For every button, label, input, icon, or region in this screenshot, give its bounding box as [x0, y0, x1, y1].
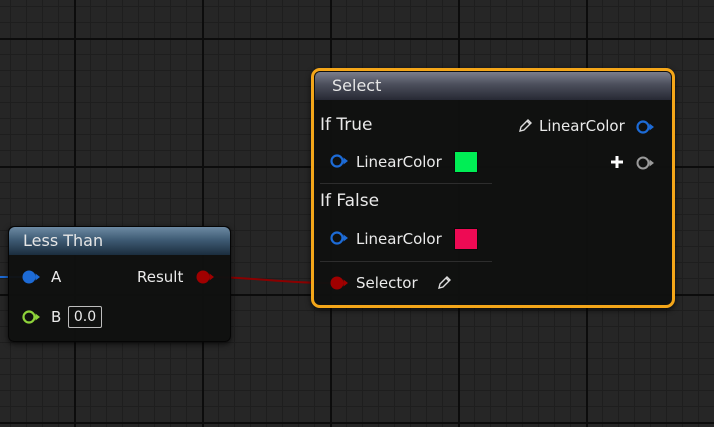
- input-b-pin-icon[interactable]: [21, 309, 43, 325]
- output-pin-icon[interactable]: [635, 119, 657, 135]
- if-false-label: If False: [320, 191, 380, 211]
- true-color-swatch[interactable]: [454, 151, 478, 173]
- input-b-value-field[interactable]: 0.0: [68, 306, 102, 328]
- false-pin-icon[interactable]: [329, 230, 351, 246]
- false-color-swatch[interactable]: [454, 228, 478, 250]
- less-than-node[interactable]: Less Than A Result B 0.0: [8, 226, 231, 342]
- result-label: Result: [137, 268, 184, 286]
- selector-pencil-icon[interactable]: [436, 275, 452, 291]
- input-a-pin-icon[interactable]: [21, 269, 43, 285]
- output-pencil-icon[interactable]: [517, 118, 533, 134]
- result-pin-icon[interactable]: [194, 269, 218, 285]
- selector-pin-icon[interactable]: [329, 275, 351, 291]
- input-a-label: A: [51, 268, 62, 286]
- true-pin-icon[interactable]: [329, 153, 351, 169]
- if-true-label: If True: [320, 115, 373, 135]
- false-pin-label: LinearColor: [356, 230, 442, 248]
- select-title: Select: [315, 72, 671, 100]
- add-pin-icon[interactable]: [610, 155, 624, 169]
- output-label: LinearColor: [539, 117, 625, 135]
- input-b-label: B: [51, 308, 62, 326]
- true-section-divider: [320, 183, 492, 184]
- true-pin-label: LinearColor: [356, 153, 442, 171]
- selector-label: Selector: [356, 274, 418, 292]
- less-than-title: Less Than: [9, 227, 230, 255]
- select-node[interactable]: Select If True LinearColor LinearColor I…: [311, 68, 675, 308]
- exec-out-pin-icon[interactable]: [635, 155, 657, 171]
- false-section-divider: [320, 261, 492, 262]
